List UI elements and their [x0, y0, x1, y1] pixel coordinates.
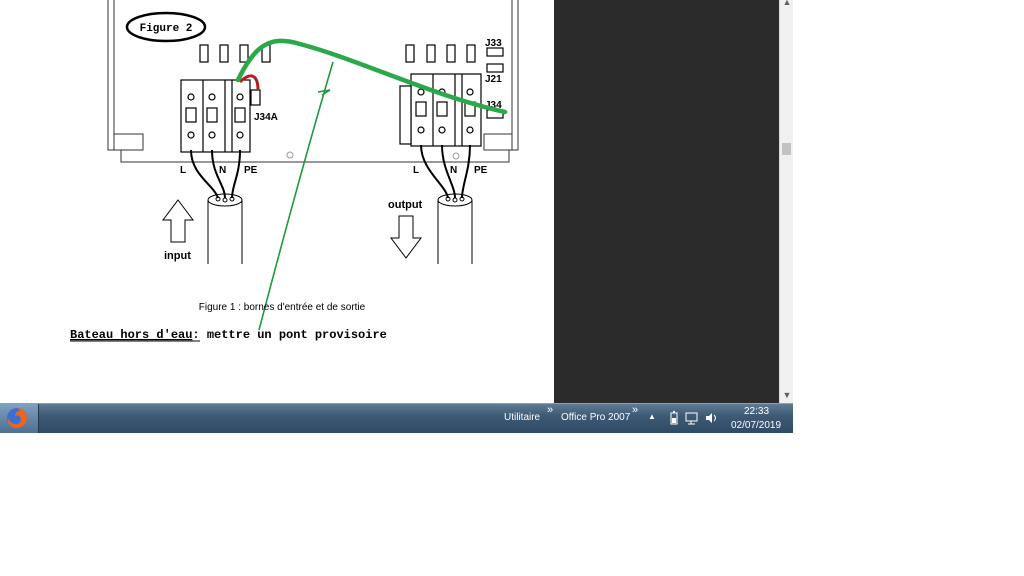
input-label-n: N	[219, 165, 226, 176]
toolbar-utilitaire[interactable]: Utilitaire	[504, 412, 540, 423]
label-j21: J21	[485, 74, 502, 85]
input-cable	[207, 193, 243, 264]
firefox-icon	[7, 408, 28, 428]
note-underlined: Bateau hors d'eau	[70, 328, 192, 342]
output-arrow-down	[390, 215, 422, 259]
input-terminal-block	[180, 79, 261, 153]
toolbar-office-pro[interactable]: Office Pro 2007	[561, 412, 630, 423]
output-cable	[437, 193, 473, 264]
input-wires	[190, 149, 241, 199]
viewer-background	[554, 0, 779, 403]
output-wires	[420, 144, 471, 199]
screw-hole	[286, 151, 294, 159]
input-label-l: L	[180, 165, 186, 176]
scroll-up-button[interactable]: ▲	[780, 0, 794, 8]
firefox-taskbar-button[interactable]	[0, 404, 39, 433]
note-rest: : mettre un pont provisoire	[192, 328, 386, 342]
output-label-l: L	[413, 165, 419, 176]
output-label: output	[388, 199, 423, 211]
label-j33: J33	[485, 38, 502, 49]
windows-taskbar: Utilitaire » Office Pro 2007 » ▲ 22:33 0…	[0, 403, 793, 433]
document-page: Figure 2 J33 J21 J34 J34A L N PE L N PE …	[0, 0, 554, 403]
battery-icon[interactable]	[667, 411, 681, 425]
screw-hole	[452, 152, 460, 160]
network-icon[interactable]	[685, 411, 699, 425]
note-text: Bateau hors d'eau: mettre un pont provis…	[70, 328, 387, 342]
toolbar-utilitaire-chevron[interactable]: »	[547, 404, 553, 416]
wiring-diagram: Figure 2 J33 J21 J34 J34A L N PE L N PE …	[70, 0, 519, 342]
output-label-pe: PE	[474, 165, 488, 176]
scroll-down-button[interactable]: ▼	[780, 389, 794, 401]
input-label-pe: PE	[244, 165, 258, 176]
vertical-scrollbar[interactable]: ▲ ▼	[779, 0, 793, 403]
input-arrow-up	[162, 199, 194, 243]
green-pointer-arrow	[258, 61, 334, 331]
output-label-n: N	[450, 165, 457, 176]
label-j34a: J34A	[254, 112, 278, 123]
figure2-label: Figure 2	[140, 23, 193, 35]
toolbar-office-chevron[interactable]: »	[632, 404, 638, 416]
show-hidden-icons-button[interactable]: ▲	[648, 412, 656, 421]
input-label: input	[164, 250, 191, 262]
clock-time[interactable]: 22:33	[744, 406, 769, 417]
volume-icon[interactable]	[704, 411, 718, 425]
figure1-caption: Figure 1 : bornes d'entrée et de sortie	[199, 302, 366, 313]
scroll-thumb[interactable]	[782, 143, 791, 155]
clock-date[interactable]: 02/07/2019	[731, 420, 781, 431]
